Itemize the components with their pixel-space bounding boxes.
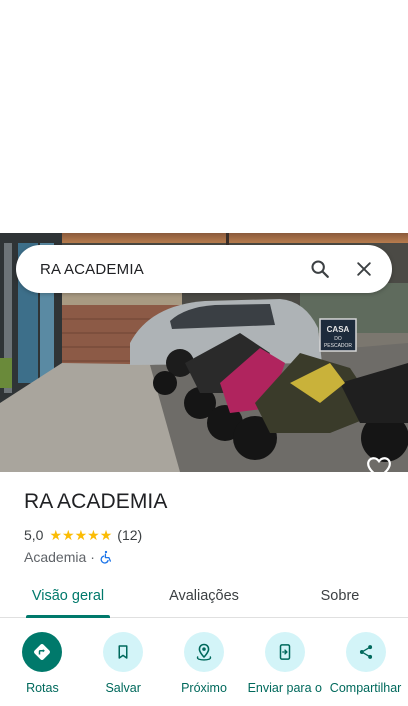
place-tabs: Visão geral Avaliações Sobre — [0, 575, 408, 618]
sign-text-line1: CASA — [327, 325, 350, 334]
send-to-phone-button-circle — [264, 632, 305, 672]
tab-overview[interactable]: Visão geral — [0, 575, 136, 618]
star-icon: ★ — [99, 527, 113, 543]
nearby-label: Próximo — [181, 681, 227, 695]
search-bar[interactable]: RA ACADEMIA — [16, 245, 392, 293]
share-button-circle — [345, 632, 386, 672]
nearby-button[interactable]: Próximo — [167, 632, 240, 706]
rating-value: 5,0 — [24, 527, 44, 543]
save-button[interactable]: Salvar — [87, 632, 160, 706]
category-row: Academia · — [24, 548, 394, 566]
place-info: RA ACADEMIA 5,0 ★ ★ ★ ★ ★ (12) Academia … — [24, 490, 394, 566]
bookmark-icon — [118, 645, 128, 659]
send-to-phone-icon — [279, 644, 291, 660]
sign-text-line3: PESCADOR — [324, 343, 352, 349]
place-category: Academia — [24, 549, 87, 565]
search-button[interactable] — [298, 247, 342, 291]
review-count[interactable]: (12) — [117, 527, 142, 543]
save-button-circle — [103, 632, 144, 672]
favorite-photo-button[interactable] — [366, 456, 392, 480]
close-icon — [357, 262, 371, 276]
send-to-phone-label: Enviar para o — [247, 681, 322, 695]
rating-row[interactable]: 5,0 ★ ★ ★ ★ ★ (12) — [24, 526, 394, 544]
share-icon — [359, 645, 372, 659]
star-icon: ★ — [49, 527, 63, 543]
star-icon: ★ — [87, 527, 100, 543]
tab-reviews[interactable]: Avaliações — [136, 575, 272, 617]
separator-dot: · — [90, 549, 95, 565]
search-query[interactable]: RA ACADEMIA — [40, 261, 298, 278]
star-rating: ★ ★ ★ ★ ★ — [49, 528, 112, 542]
tab-about[interactable]: Sobre — [272, 575, 408, 617]
directions-label: Rotas — [26, 681, 59, 695]
save-label: Salvar — [105, 681, 141, 695]
directions-button[interactable]: Rotas — [6, 632, 79, 706]
share-label: Compartilhar — [329, 681, 402, 695]
clear-search-button[interactable] — [342, 247, 386, 291]
search-icon — [311, 260, 329, 278]
map-blank-area — [0, 0, 408, 233]
directions-icon — [34, 644, 51, 660]
wheelchair-accessible-icon — [100, 550, 111, 564]
nearby-icon — [196, 643, 212, 661]
place-title: RA ACADEMIA — [24, 490, 168, 513]
star-icon: ★ — [62, 527, 75, 543]
action-bar: Rotas Salvar Próximo Enviar para o Compa… — [0, 632, 408, 706]
star-icon: ★ — [74, 527, 88, 543]
directions-button-circle — [22, 632, 63, 672]
sign-text-line2: DO — [334, 336, 342, 342]
send-to-phone-button[interactable]: Enviar para o — [248, 632, 322, 706]
heart-icon — [367, 457, 391, 480]
nearby-button-circle — [183, 632, 224, 672]
share-button[interactable]: Compartilhar — [329, 632, 402, 706]
